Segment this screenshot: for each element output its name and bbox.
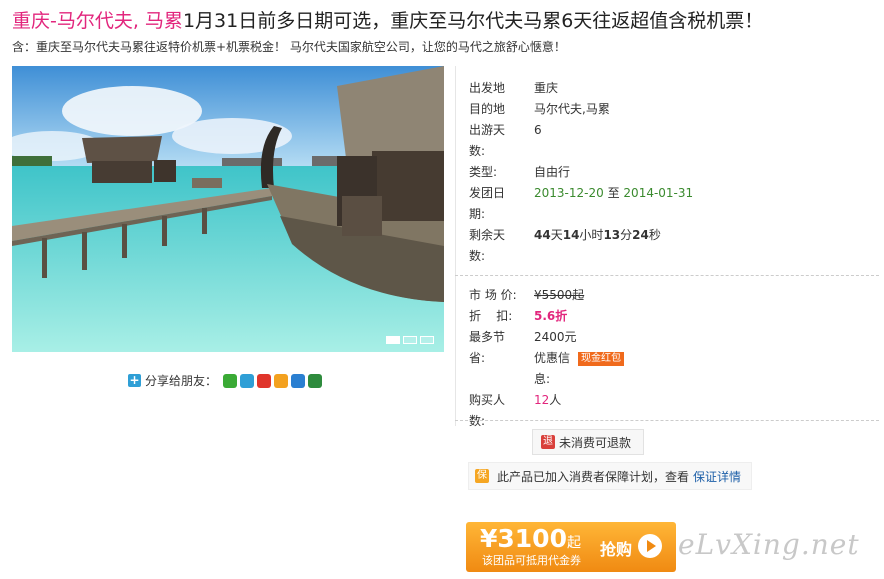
departure-value: 重庆: [534, 81, 559, 95]
date-separator: 至: [607, 186, 620, 200]
slide-dot-3[interactable]: [420, 336, 434, 344]
details-separator: [455, 275, 879, 276]
slideshow-indicator: [386, 336, 434, 344]
destination-row: 目的地 马尔代夫,马累: [455, 99, 879, 120]
refund-badge[interactable]: 退 未消费可退款: [532, 429, 645, 455]
savings-row: 最多节 省: 2400元 优惠信 现金红包 息:: [455, 327, 879, 386]
buyers-row: 购买人 数: 12人: [455, 390, 879, 432]
page-title: 重庆-马尔代夫, 马累1月31日前多日期可选，重庆至马尔代夫马累6天往返超值含税…: [12, 6, 763, 33]
date-end: 2014-01-31: [623, 186, 694, 200]
weixin-icon[interactable]: [223, 373, 238, 388]
discount-value: 5.6折: [534, 309, 568, 323]
page-subtitle: 含：重庆至马尔代夫马累往返特价机票+机票税金！ 马尔代夫国家航空公司，让您的马代…: [12, 40, 566, 54]
date-row: 发团日 期: 2013-12-20 至 2014-01-31: [455, 183, 879, 225]
buy-price: ¥3100起: [480, 524, 581, 553]
savings-value: 2400元: [534, 330, 577, 344]
weibo-icon[interactable]: [257, 373, 272, 388]
guarantee-text: 此产品已加入消费者保障计划，查看: [497, 469, 690, 484]
market-price-label: 市 场 价:: [469, 288, 517, 302]
days-row: 出游天 数: 6: [455, 120, 879, 162]
star-icon[interactable]: [274, 373, 289, 388]
buy-action-label: 抢购: [600, 540, 633, 559]
remaining-row: 剩余天 数: 44天14小时13分24秒: [455, 225, 879, 267]
date-label: 发团日 期:: [469, 186, 506, 221]
play-arrow-icon: [638, 534, 662, 558]
countdown-timer: 44天14小时13分24秒: [534, 228, 661, 242]
pricing-separator: [455, 420, 879, 421]
market-price-row: 市 场 价: ¥5500起: [455, 285, 879, 306]
discount-label: 折 扣:: [469, 309, 513, 323]
type-label: 类型:: [469, 165, 498, 179]
date-value: 2013-12-20 至 2014-01-31: [534, 183, 693, 204]
refund-label: 未消费可退款: [559, 435, 632, 450]
product-photo[interactable]: [12, 66, 444, 352]
coupon-info: 优惠信 现金红包 息:: [534, 348, 625, 390]
days-label: 出游天 数:: [469, 123, 506, 158]
discount-row: 折 扣: 5.6折: [455, 306, 879, 327]
slide-dot-1[interactable]: [386, 336, 400, 344]
type-row: 类型: 自由行: [455, 162, 879, 183]
date-start: 2013-12-20: [534, 186, 604, 200]
savings-label: 最多节 省:: [469, 330, 506, 365]
buy-now-button[interactable]: ¥3100起 该团品可抵用代金券 抢购: [466, 522, 676, 572]
site-watermark: eLvXing.net: [678, 528, 860, 561]
type-value: 自由行: [534, 165, 571, 179]
market-price-value: ¥5500起: [534, 288, 585, 302]
qzone-icon[interactable]: [240, 373, 255, 388]
product-details-panel: 出发地 重庆 目的地 马尔代夫,马累 出游天 数: 6 类型: 自由行 发团日 期:…: [455, 66, 879, 446]
refund-icon: 退: [541, 435, 555, 449]
guarantee-details-link[interactable]: 保证详情: [693, 468, 741, 485]
buyers-value: 12人: [534, 393, 562, 407]
slide-dot-2[interactable]: [403, 336, 417, 344]
days-value: 6: [534, 123, 542, 137]
buy-voucher-note: 该团品可抵用代金券: [482, 554, 581, 567]
title-destination: 重庆-马尔代夫, 马累: [12, 10, 183, 32]
destination-label: 目的地: [469, 102, 506, 116]
share-label: 分享给朋友：: [145, 374, 218, 388]
maldives-water-villa-image: [12, 66, 444, 352]
renren-icon[interactable]: [291, 373, 306, 388]
cash-coupon-badge[interactable]: 现金红包: [578, 351, 625, 366]
destination-value: 马尔代夫,马累: [534, 102, 610, 116]
share-plus-icon[interactable]: +: [128, 374, 141, 387]
title-description: 1月31日前多日期可选，重庆至马尔代夫马累6天往返超值含税机票！: [182, 10, 764, 32]
guarantee-icon: 保: [475, 469, 489, 483]
guarantee-bar: 保 此产品已加入消费者保障计划，查看 保证详情: [468, 462, 753, 490]
douban-icon[interactable]: [308, 373, 323, 388]
departure-row: 出发地 重庆: [455, 78, 879, 99]
remaining-label: 剩余天 数:: [469, 228, 506, 263]
share-bar: + 分享给朋友：: [128, 372, 323, 389]
departure-label: 出发地: [469, 81, 506, 95]
buyers-label: 购买人 数:: [469, 393, 506, 428]
